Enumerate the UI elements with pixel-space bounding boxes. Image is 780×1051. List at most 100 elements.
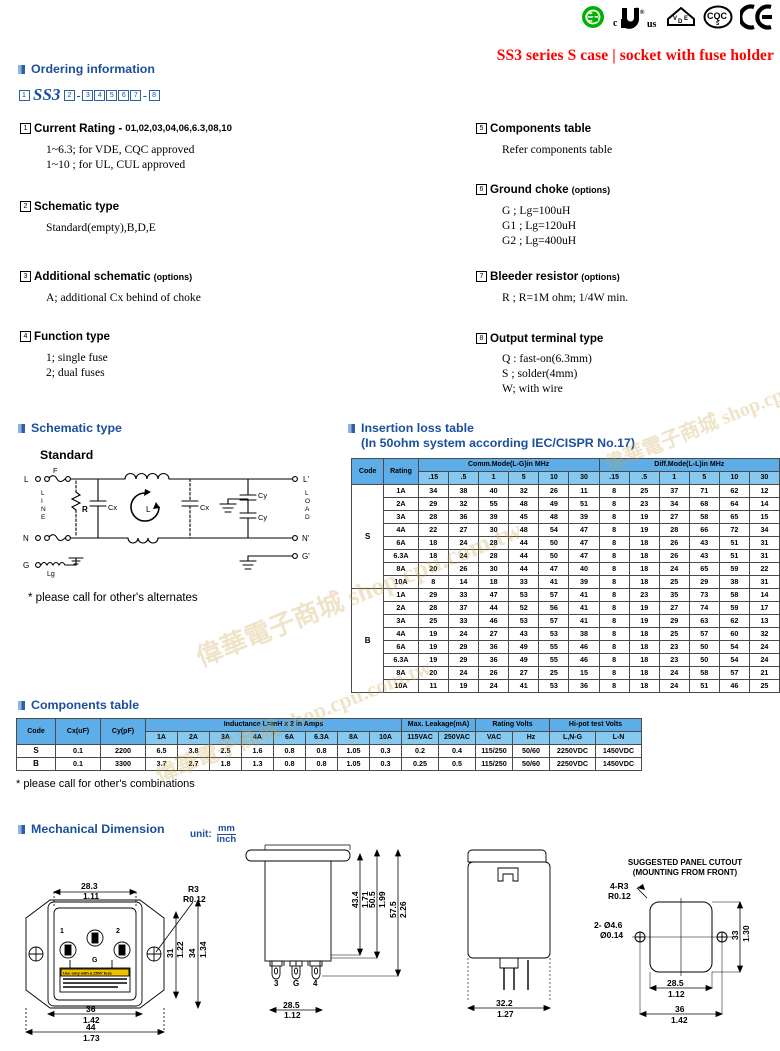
value-cell: 39: [568, 575, 600, 589]
item-title: Function type: [34, 330, 110, 343]
rating-cell: 10A: [383, 679, 419, 693]
svg-text:3: 3: [274, 979, 279, 988]
svg-text:G: G: [293, 979, 299, 988]
code-cell: B: [350, 588, 385, 693]
code-box-6: 6: [118, 89, 130, 101]
mechanical-dimension-label: Mechanical Dimension: [31, 822, 165, 836]
item-title: Output terminal type: [490, 332, 604, 345]
value-cell: 32: [447, 497, 480, 511]
ordering-information-heading: Ordering information: [18, 62, 155, 76]
svg-text:36: 36: [675, 1004, 685, 1014]
svg-text:Cx: Cx: [108, 503, 117, 512]
ordering-item-header: 8 Output terminal type: [476, 332, 603, 345]
item-number-box: 8: [476, 333, 487, 344]
value-cell: 65: [718, 510, 750, 524]
value-cell: 27: [658, 601, 690, 615]
value-cell: 22: [417, 523, 449, 537]
rating-cell: 3A: [383, 614, 419, 628]
ordering-item-additional-schematic: 3 Additional schematic (options) A; addi…: [20, 270, 201, 305]
value-cell: 32: [508, 484, 540, 498]
svg-text:57.5: 57.5: [388, 901, 398, 918]
value-cell: 18: [628, 627, 660, 641]
ordering-code-sequence: 1 SS3 2 - 3 4 5 6 7 - 8: [18, 85, 160, 105]
value-cell: 37: [447, 601, 480, 615]
value-cell: 19: [628, 601, 660, 615]
inductance-cell: 0.8: [273, 757, 306, 771]
svg-text:A: A: [305, 506, 310, 513]
svg-text:50.5: 50.5: [367, 891, 377, 908]
svg-text:28.3: 28.3: [81, 881, 98, 891]
value-cell: 20: [417, 666, 449, 680]
inductance-cell: 2.7: [177, 757, 210, 771]
value-cell: 48: [508, 523, 540, 537]
value-cell: 59: [718, 601, 750, 615]
rating-cell: 8A: [383, 666, 419, 680]
value-cell: 53: [508, 588, 540, 602]
value-cell: 8: [598, 601, 630, 615]
svg-text:34: 34: [187, 948, 197, 958]
value-cell: 26: [447, 562, 480, 576]
value-cell: 28: [417, 601, 449, 615]
svg-text:Cy: Cy: [258, 491, 267, 500]
svg-text:E: E: [684, 16, 688, 22]
col-amp: 2A: [177, 731, 210, 745]
value-cell: 44: [478, 601, 510, 615]
value-cell: 31: [748, 575, 780, 589]
svg-text:1.99: 1.99: [377, 891, 387, 908]
rating-cell: 50/60: [512, 757, 550, 771]
svg-text:®: ®: [640, 9, 645, 16]
value-cell: 28: [478, 536, 510, 550]
item-options-label: (options): [581, 271, 620, 282]
value-cell: 62: [718, 484, 750, 498]
col-amp: 10A: [369, 731, 402, 745]
value-cell: 49: [538, 497, 570, 511]
svg-text:1.42: 1.42: [671, 1015, 688, 1025]
value-cell: 19: [417, 627, 449, 641]
ordering-item-header: 3 Additional schematic (options): [20, 270, 201, 283]
col-code: Code: [350, 458, 385, 485]
col-freq: .5: [628, 471, 660, 485]
value-cell: 64: [718, 497, 750, 511]
value-cell: 52: [508, 601, 540, 615]
rear-view-drawing: 32.2 1.27: [466, 849, 552, 1019]
col-amp: 1A: [145, 731, 178, 745]
item-number-box: 3: [20, 271, 31, 282]
bullet-square-icon: [18, 423, 25, 433]
value-cell: 34: [417, 484, 449, 498]
value-cell: 58: [718, 588, 750, 602]
value-cell: 33: [447, 588, 480, 602]
value-cell: 53: [538, 627, 570, 641]
value-cell: 8: [598, 523, 630, 537]
value-cell: 30: [478, 562, 510, 576]
item-number-box: 4: [20, 331, 31, 342]
hipot-cell: 1450VDC: [595, 757, 642, 771]
code-box-7: 7: [130, 89, 142, 101]
page-title: SS3 series S case | socket with fuse hol…: [496, 47, 774, 64]
inductance-cell: 3.8: [177, 744, 210, 758]
value-cell: 8: [417, 575, 449, 589]
value-cell: 63: [688, 614, 720, 628]
value-cell: 19: [417, 640, 449, 654]
svg-text:D: D: [678, 19, 683, 25]
value-cell: 54: [718, 640, 750, 654]
col-freq: 5: [508, 471, 540, 485]
components-table: Code Cx(uF) Cy(pF) Inductance L=mH x 2 in A…: [16, 718, 642, 771]
code-box-2: 2: [63, 89, 75, 101]
svg-text:R0.12: R0.12: [183, 894, 206, 904]
svg-text:1.27: 1.27: [497, 1009, 514, 1019]
value-cell: 34: [658, 497, 690, 511]
item-title: Current Rating -: [34, 122, 123, 135]
ce-mark-icon: [740, 4, 772, 30]
value-cell: 8: [598, 653, 630, 667]
item-line: S ; solder(4mm): [502, 367, 578, 380]
ordering-item-bleeder-resistor: 7 Bleeder resistor (options) R ; R=1M oh…: [476, 270, 628, 305]
rating-cell: 1A: [383, 484, 419, 498]
value-cell: 11: [568, 484, 600, 498]
code-cell: S: [350, 484, 385, 589]
table-row: S 1A 34 38 40 32 26 11 8 25 37 71 62 12: [350, 484, 780, 589]
table-row: 10A 11 19 24 41 53 36 8 18 24 51 46 25: [352, 679, 780, 693]
item-line: G2 ; Lg=400uH: [502, 234, 577, 247]
value-cell: 37: [658, 484, 690, 498]
svg-text:1.22: 1.22: [175, 941, 185, 958]
svg-text:V: V: [673, 16, 677, 22]
